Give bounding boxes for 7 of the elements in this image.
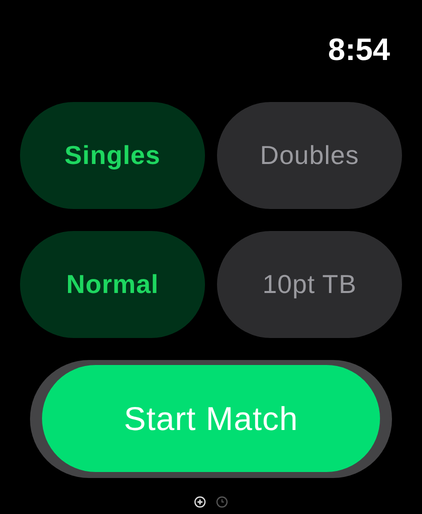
plus-page-icon[interactable]	[194, 496, 206, 508]
option-button[interactable]: Doubles	[217, 102, 402, 209]
clock-page-icon[interactable]	[216, 496, 228, 508]
option-button[interactable]: 10pt TB	[217, 231, 402, 338]
clock-time: 8:54	[328, 34, 390, 66]
option-button[interactable]: Singles	[20, 102, 205, 209]
option-button[interactable]: Normal	[20, 231, 205, 338]
